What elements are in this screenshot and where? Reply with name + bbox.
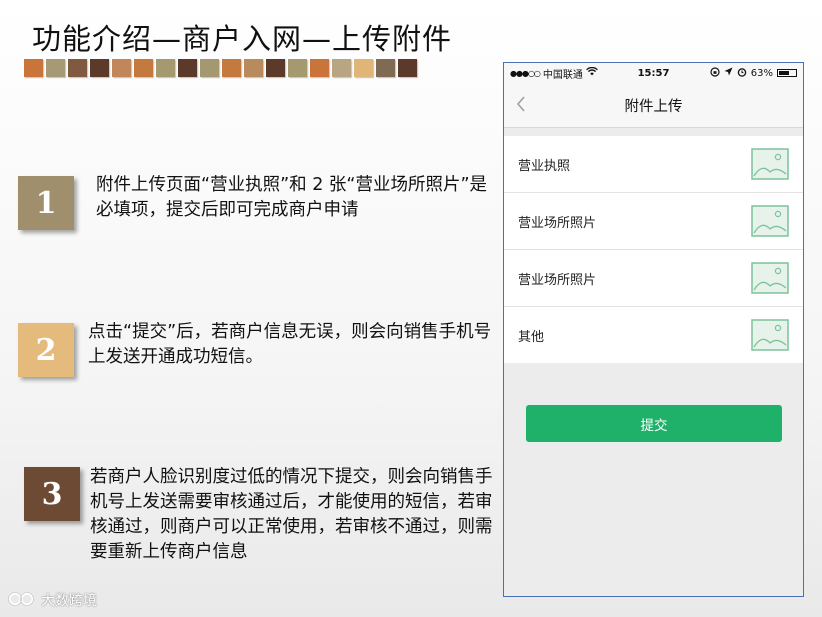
image-placeholder-icon[interactable]	[751, 319, 789, 351]
decorative-color-strip	[24, 59, 417, 77]
attachment-row-premises-photo-1[interactable]: 营业场所照片	[504, 193, 803, 250]
chevron-left-icon[interactable]	[516, 93, 526, 117]
image-placeholder-icon[interactable]	[751, 148, 789, 180]
step-number-label: 3	[41, 476, 63, 512]
attachment-row-business-license[interactable]: 营业执照	[504, 136, 803, 193]
image-placeholder-icon[interactable]	[751, 205, 789, 237]
status-bar: ●●●○○ 中国联通 15:57 63%	[504, 63, 803, 83]
color-swatch	[112, 59, 131, 77]
battery-icon	[777, 69, 797, 77]
color-swatch	[354, 59, 373, 77]
attachment-list: 营业执照 营业场所照片 营业场所照片 其他	[504, 136, 803, 363]
step-description-2: 点击“提交”后，若商户信息无误，则会向销售手机号上发送开通成功短信。	[88, 322, 492, 367]
nav-bar: 附件上传	[504, 83, 803, 128]
color-swatch	[222, 59, 241, 77]
color-swatch	[178, 59, 197, 77]
phone-screen: ●●●○○ 中国联通 15:57 63% 附件上传 营业执照 营业场所照片 营业…	[503, 62, 804, 597]
color-swatch	[68, 59, 87, 77]
color-swatch	[244, 59, 263, 77]
attachment-label: 营业场所照片	[518, 215, 597, 231]
step-description-3: 若商户人脸识别度过低的情况下提交，则会向销售手机号上发送需要审核通过后，才能使用…	[90, 467, 493, 562]
color-swatch	[90, 59, 109, 77]
color-swatch	[398, 59, 417, 77]
color-swatch	[288, 59, 307, 77]
attachment-row-premises-photo-2[interactable]: 营业场所照片	[504, 250, 803, 307]
step-number-2: 2	[18, 323, 74, 377]
nav-title: 附件上传	[624, 98, 683, 115]
attachment-row-other[interactable]: 其他	[504, 307, 803, 363]
watermark-text: 大数跨境	[41, 593, 97, 609]
step-number-label: 2	[35, 332, 57, 368]
watermark-logo-icon	[8, 590, 38, 610]
color-swatch	[24, 59, 43, 77]
image-placeholder-icon[interactable]	[751, 262, 789, 294]
color-swatch	[310, 59, 329, 77]
attachment-label: 营业执照	[518, 158, 571, 174]
color-swatch	[332, 59, 351, 77]
page-title: 功能介绍—商户入网—上传附件	[32, 22, 453, 56]
attachment-label: 营业场所照片	[518, 272, 597, 288]
status-time: 15:57	[637, 67, 670, 79]
step-number-3: 3	[24, 467, 80, 521]
color-swatch	[134, 59, 153, 77]
color-swatch	[200, 59, 219, 77]
step-number-label: 1	[35, 185, 57, 221]
color-swatch	[156, 59, 175, 77]
color-swatch	[376, 59, 395, 77]
watermark: 大数跨境	[8, 590, 97, 610]
submit-button[interactable]: 提交	[526, 405, 782, 442]
attachment-label: 其他	[518, 329, 545, 345]
color-swatch	[266, 59, 285, 77]
step-description-1: 附件上传页面“营业执照”和 2 张“营业场所照片”是必填项，提交后即可完成商户申…	[96, 175, 488, 220]
color-swatch	[46, 59, 65, 77]
step-number-1: 1	[18, 176, 74, 230]
